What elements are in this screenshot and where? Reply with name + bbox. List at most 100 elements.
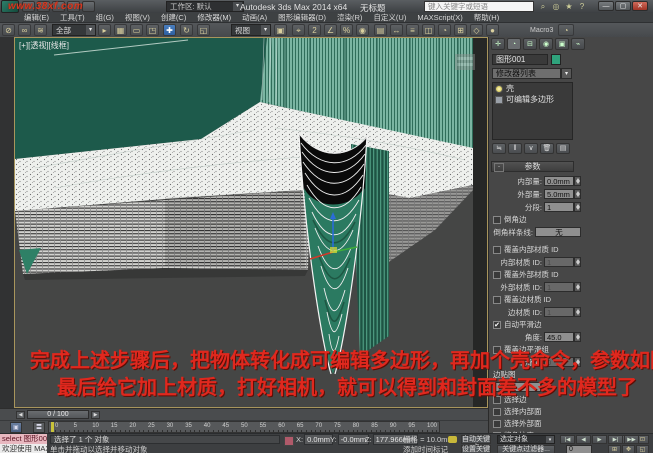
menu-item-9[interactable]: 自定义(U) bbox=[373, 12, 406, 23]
schematic-view-icon[interactable]: ⊞ bbox=[454, 24, 467, 36]
menu-item-5[interactable]: 修改器(M) bbox=[197, 12, 231, 23]
material-editor-icon[interactable]: ◇ bbox=[470, 24, 483, 36]
dropdown-arrow-icon[interactable] bbox=[541, 382, 548, 392]
selected-mode-dropdown[interactable]: 选定对象▾ bbox=[497, 435, 555, 444]
favorites-star-icon[interactable]: ★ bbox=[563, 1, 575, 12]
tab-hierarchy-icon[interactable]: ⊟ bbox=[523, 38, 537, 50]
infocenter-search-input[interactable]: 键入关键字或短语 bbox=[424, 1, 534, 12]
remove-modifier-icon[interactable]: 🗑 bbox=[540, 143, 554, 154]
menu-item-3[interactable]: 视图(V) bbox=[125, 12, 150, 23]
add-time-tag[interactable]: 添加时间标记 bbox=[403, 445, 448, 453]
select-object-icon[interactable]: ▸ bbox=[98, 24, 111, 36]
make-unique-icon[interactable]: ∨ bbox=[524, 143, 538, 154]
param-field-7[interactable]: 1 bbox=[544, 257, 574, 267]
spinner-snap-icon[interactable]: ◉ bbox=[356, 24, 369, 36]
open-mini-listener-icon[interactable]: 〓 bbox=[33, 422, 45, 433]
checkbox-19[interactable] bbox=[493, 408, 501, 416]
checkbox-14[interactable] bbox=[493, 346, 501, 354]
curve-editor-icon[interactable]: ◔ bbox=[438, 24, 451, 36]
checkbox-6[interactable] bbox=[493, 246, 501, 254]
key-filters-button[interactable]: 关键点过滤器... bbox=[497, 445, 555, 453]
spinner-icon[interactable] bbox=[574, 357, 581, 367]
menu-item-4[interactable]: 创建(C) bbox=[161, 12, 186, 23]
modifier-stack[interactable]: 壳 可编辑多边形 bbox=[492, 82, 573, 140]
play-icon[interactable]: ▶ bbox=[592, 435, 607, 444]
tab-display-icon[interactable]: ▣ bbox=[555, 38, 569, 50]
checkbox-3[interactable] bbox=[493, 216, 501, 224]
time-slider-track[interactable]: ◀ 0 / 100 ▶ bbox=[0, 408, 488, 420]
prev-frame-icon[interactable]: ◀ bbox=[576, 435, 591, 444]
auto-key-button[interactable]: 自动关键点 bbox=[461, 435, 491, 444]
spinner-icon[interactable] bbox=[574, 202, 581, 212]
param-field-1[interactable]: 5.0mm bbox=[544, 189, 574, 199]
bulb-icon[interactable] bbox=[495, 85, 503, 93]
spinner-icon[interactable] bbox=[574, 189, 581, 199]
redo-button[interactable] bbox=[82, 1, 95, 12]
param-field-0[interactable]: 0.0mm bbox=[544, 176, 574, 186]
menu-item-11[interactable]: 帮助(H) bbox=[474, 12, 499, 23]
rotate-tool-icon[interactable]: ↻ bbox=[180, 24, 193, 36]
param-field-13[interactable]: 45.0 bbox=[544, 332, 574, 342]
frame-forward-arrow[interactable]: ▶ bbox=[91, 411, 100, 419]
object-name-field[interactable]: 图形001 bbox=[492, 54, 548, 65]
checkbox-10[interactable] bbox=[493, 296, 501, 304]
parameters-rollout-header[interactable]: - 参数 bbox=[491, 161, 574, 172]
select-manipulate-icon[interactable]: ⌖ bbox=[292, 24, 305, 36]
tab-create-icon[interactable]: ✛ bbox=[491, 38, 505, 50]
search-icon[interactable]: ⌕ bbox=[537, 1, 549, 12]
snap-3d-icon[interactable]: 2 bbox=[308, 24, 321, 36]
minimize-button[interactable]: — bbox=[598, 1, 614, 11]
param-field-11[interactable]: 1 bbox=[544, 307, 574, 317]
select-link-icon[interactable]: ⊘ bbox=[2, 24, 15, 36]
close-button[interactable]: ✕ bbox=[632, 1, 648, 11]
selection-lock-icon[interactable] bbox=[284, 436, 294, 446]
current-frame-field[interactable]: 0 bbox=[566, 445, 592, 453]
angle-snap-icon[interactable]: ∠ bbox=[324, 24, 337, 36]
layout-tab-icon[interactable]: ▣ bbox=[10, 422, 22, 433]
stack-row-shell[interactable]: 壳 bbox=[493, 83, 572, 94]
menu-item-1[interactable]: 工具(T) bbox=[60, 12, 85, 23]
y-coordinate[interactable]: Y:-0.0mm bbox=[330, 435, 369, 444]
render-setup-icon[interactable]: ● bbox=[486, 24, 499, 36]
perspective-viewport[interactable]: [+][透视][线框] bbox=[14, 37, 488, 408]
checkbox-8[interactable] bbox=[493, 271, 501, 279]
checkbox-12[interactable]: ✔ bbox=[493, 321, 501, 329]
current-frame-marker[interactable] bbox=[51, 422, 54, 433]
checkbox-18[interactable] bbox=[493, 396, 501, 404]
param-field-15[interactable]: 0 bbox=[544, 357, 574, 367]
bind-spacewarp-icon[interactable]: ≋ bbox=[34, 24, 47, 36]
tab-modify-icon[interactable]: ◔ bbox=[507, 38, 521, 50]
macro-recorder-line[interactable]: select 图形001 bbox=[0, 434, 47, 444]
mirror-icon[interactable]: ▤ bbox=[374, 24, 387, 36]
unlink-icon[interactable]: ∞ bbox=[18, 24, 31, 36]
set-key-button[interactable]: 设置关键点 bbox=[461, 445, 491, 453]
menu-item-6[interactable]: 动画(A) bbox=[242, 12, 267, 23]
next-frame-icon[interactable]: ▶| bbox=[608, 435, 623, 444]
rect-region-icon[interactable]: ▭ bbox=[130, 24, 143, 36]
spinner-icon[interactable] bbox=[574, 307, 581, 317]
align-icon[interactable]: ↔ bbox=[390, 24, 403, 36]
window-crossing-icon[interactable]: ◳ bbox=[146, 24, 159, 36]
modifier-list-dropdown[interactable]: 修改器列表▾ bbox=[492, 68, 561, 79]
show-end-result-icon[interactable]: ‖ bbox=[508, 143, 522, 154]
communication-center-icon[interactable]: ◎ bbox=[550, 1, 562, 12]
selection-filter-dropdown[interactable]: 全部▾ bbox=[52, 24, 96, 36]
configure-modifier-sets-icon[interactable]: ▤ bbox=[556, 143, 570, 154]
use-pivot-icon[interactable]: ▣ bbox=[274, 24, 287, 36]
checkbox-20[interactable] bbox=[493, 420, 501, 428]
x-coordinate[interactable]: X:0.0mm bbox=[296, 435, 333, 444]
maxscript-listener-line[interactable]: 欢迎使用 MAXScr bbox=[0, 444, 47, 453]
zoom-region-icon[interactable]: ⊞ bbox=[608, 445, 621, 453]
percent-snap-icon[interactable]: % bbox=[340, 24, 353, 36]
go-start-icon[interactable]: |◀ bbox=[560, 435, 575, 444]
frame-back-arrow[interactable]: ◀ bbox=[16, 411, 25, 419]
spinner-icon[interactable] bbox=[574, 282, 581, 292]
move-tool-icon[interactable]: ✚ bbox=[163, 24, 176, 36]
go-end-icon[interactable]: ▶▶ bbox=[624, 435, 639, 444]
layer-manager-icon[interactable]: ≡ bbox=[406, 24, 419, 36]
reference-coordinate-dropdown[interactable]: 视图▾ bbox=[231, 24, 271, 36]
pin-stack-icon[interactable]: ≒ bbox=[492, 143, 506, 154]
macro-script-label[interactable]: Macro3 bbox=[530, 27, 553, 34]
spinner-icon[interactable] bbox=[574, 176, 581, 186]
tab-motion-icon[interactable]: ◉ bbox=[539, 38, 553, 50]
